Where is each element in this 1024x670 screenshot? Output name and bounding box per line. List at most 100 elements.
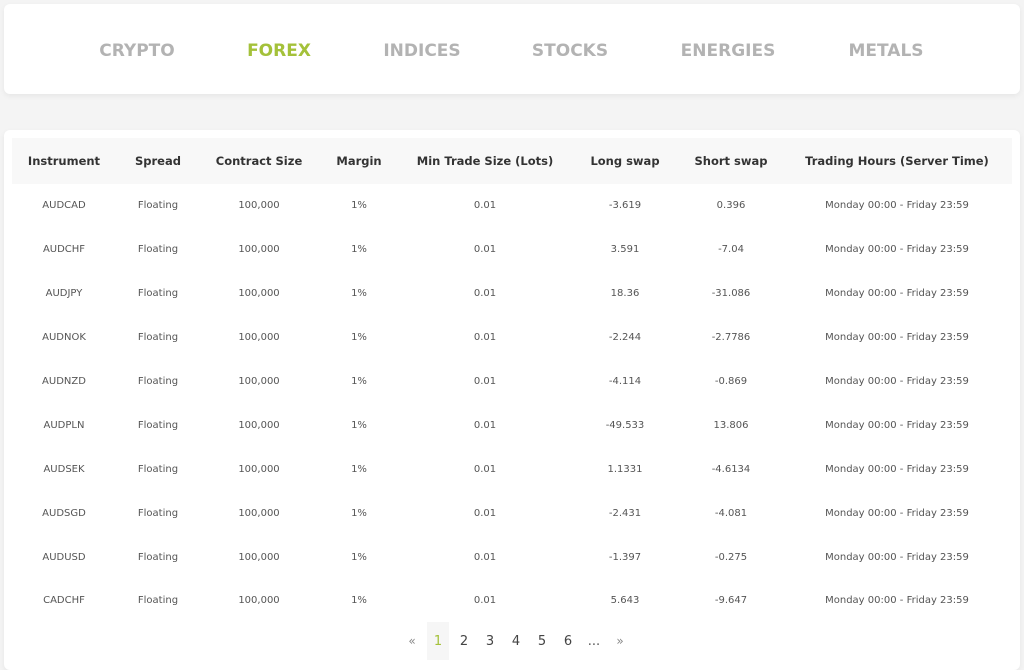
cell-margin: 1% xyxy=(351,200,367,212)
cell-margin: 1% xyxy=(351,419,367,431)
pagination-page-4[interactable]: 4 xyxy=(503,622,529,660)
table-row: AUDSGD Floating 100,000 1% 0.01 -2.431 -4.081 M… xyxy=(12,491,1012,535)
tab-indices[interactable]: INDICES xyxy=(383,41,460,61)
header-trading-hours: Trading Hours (Server Time) xyxy=(805,154,989,168)
cell-short-swap: -9.647 xyxy=(714,595,748,607)
cell-contract-size: 100,000 xyxy=(238,507,280,519)
table-row: AUDNOK Floating 100,000 1% 0.01 -2.244 -2.7786… xyxy=(12,316,1012,360)
table-row: CADCHF Floating 100,000 1% 0.01 5.643 -9.647 Mo… xyxy=(12,579,1012,623)
table-row: AUDCAD Floating 100,000 1% 0.01 -3.619 0.396 Mo… xyxy=(12,184,1012,228)
cell-min-trade-size: 0.01 xyxy=(473,463,497,475)
pagination-prev-button[interactable]: « xyxy=(399,622,425,660)
cell-min-trade-size: 0.01 xyxy=(473,288,497,300)
cell-contract-size: 100,000 xyxy=(238,288,280,300)
pagination-page-3[interactable]: 3 xyxy=(477,622,503,660)
cell-short-swap: 13.806 xyxy=(713,419,749,431)
cell-instrument: AUDSEK xyxy=(43,463,85,475)
cell-spread: Floating xyxy=(137,244,179,256)
tab-forex[interactable]: FOREX xyxy=(247,41,311,61)
cell-contract-size: 100,000 xyxy=(238,419,280,431)
pagination-next-button[interactable]: » xyxy=(607,622,633,660)
instruments-table: Instrument Spread Contract Size Margin M… xyxy=(12,138,1012,623)
cell-instrument: AUDNOK xyxy=(42,332,86,344)
cell-min-trade-size: 0.01 xyxy=(473,595,497,607)
category-tabs-bar: CRYPTO FOREX INDICES STOCKS ENERGIES MET… xyxy=(4,4,1020,94)
tab-metals[interactable]: METALS xyxy=(848,41,923,61)
cell-trading-hours: Monday 00:00 - Friday 23:59 xyxy=(825,463,969,475)
cell-instrument: CADCHF xyxy=(43,595,85,607)
cell-trading-hours: Monday 00:00 - Friday 23:59 xyxy=(825,507,969,519)
pagination-ellipsis: ... xyxy=(587,633,601,649)
header-spread: Spread xyxy=(135,154,181,168)
cell-long-swap: -49.533 xyxy=(605,419,645,431)
pagination-page-6[interactable]: 6 xyxy=(555,622,581,660)
cell-short-swap: -4.6134 xyxy=(711,463,751,475)
cell-instrument: AUDUSD xyxy=(42,551,86,563)
table-row: AUDSEK Floating 100,000 1% 0.01 1.1331 -4.6134… xyxy=(12,447,1012,491)
cell-contract-size: 100,000 xyxy=(238,376,280,387)
cell-short-swap: -4.081 xyxy=(714,507,748,519)
cell-spread: Floating xyxy=(137,332,179,344)
header-long-swap: Long swap xyxy=(590,154,660,168)
cell-spread: Floating xyxy=(137,507,179,519)
cell-contract-size: 100,000 xyxy=(238,244,280,256)
cell-instrument: AUDCAD xyxy=(42,200,86,212)
cell-min-trade-size: 0.01 xyxy=(473,376,497,387)
cell-long-swap: -2.244 xyxy=(608,332,642,344)
cell-spread: Floating xyxy=(137,200,179,212)
cell-short-swap: -31.086 xyxy=(711,288,751,300)
cell-margin: 1% xyxy=(351,288,367,300)
cell-long-swap: -3.619 xyxy=(608,200,642,212)
cell-instrument: AUDNZD xyxy=(42,376,86,387)
cell-contract-size: 100,000 xyxy=(238,200,280,212)
cell-spread: Floating xyxy=(137,551,179,563)
tab-energies[interactable]: ENERGIES xyxy=(681,41,776,61)
cell-spread: Floating xyxy=(137,376,179,387)
table-row: AUDCHF Floating 100,000 1% 0.01 3.591 -7.04 Mon… xyxy=(12,228,1012,272)
cell-long-swap: 18.36 xyxy=(610,288,640,300)
header-short-swap: Short swap xyxy=(694,154,768,168)
header-row: Instrument Spread Contract Size Margin M… xyxy=(12,138,1012,184)
tab-stocks[interactable]: STOCKS xyxy=(532,41,608,61)
tab-crypto[interactable]: CRYPTO xyxy=(99,41,174,61)
cell-long-swap: 5.643 xyxy=(610,595,640,607)
cell-trading-hours: Monday 00:00 - Friday 23:59 xyxy=(825,288,969,300)
cell-spread: Floating xyxy=(137,595,179,607)
cell-spread: Floating xyxy=(137,288,179,300)
table-row: AUDUSD Floating 100,000 1% 0.01 -1.397 -0.275 M… xyxy=(12,535,1012,579)
header-min-trade-size: Min Trade Size (Lots) xyxy=(416,154,554,168)
cell-long-swap: -1.397 xyxy=(608,551,642,563)
pagination: « 1 2 3 4 5 6 ... » xyxy=(0,622,1024,660)
cell-instrument: AUDSGD xyxy=(42,507,86,519)
cell-trading-hours: Monday 00:00 - Friday 23:59 xyxy=(825,419,969,431)
cell-contract-size: 100,000 xyxy=(238,332,280,344)
cell-margin: 1% xyxy=(351,463,367,475)
table-header: Instrument Spread Contract Size Margin M… xyxy=(12,138,1012,184)
cell-trading-hours: Monday 00:00 - Friday 23:59 xyxy=(825,595,969,607)
pagination-page-1[interactable]: 1 xyxy=(427,622,449,660)
cell-long-swap: -4.114 xyxy=(608,376,642,387)
cell-trading-hours: Monday 00:00 - Friday 23:59 xyxy=(825,244,969,256)
cell-instrument: AUDCHF xyxy=(42,244,86,256)
cell-min-trade-size: 0.01 xyxy=(473,551,497,563)
cell-short-swap: -7.04 xyxy=(718,244,744,256)
cell-contract-size: 100,000 xyxy=(238,463,280,475)
pagination-page-5[interactable]: 5 xyxy=(529,622,555,660)
cell-margin: 1% xyxy=(351,507,367,519)
cell-contract-size: 100,000 xyxy=(238,595,280,607)
table-row: AUDNZD Floating 100,000 1% 0.01 -4.114 -0.869 M… xyxy=(12,360,1012,404)
cell-margin: 1% xyxy=(351,244,367,256)
cell-short-swap: -0.275 xyxy=(714,551,748,563)
table-body: AUDCAD Floating 100,000 1% 0.01 -3.619 0.396 Mo… xyxy=(12,184,1012,623)
cell-long-swap: -2.431 xyxy=(608,507,642,519)
cell-long-swap: 1.1331 xyxy=(607,463,643,475)
cell-short-swap: -0.869 xyxy=(714,376,748,387)
header-contract-size: Contract Size xyxy=(215,154,303,168)
cell-margin: 1% xyxy=(351,332,367,344)
cell-spread: Floating xyxy=(137,463,179,475)
pagination-page-2[interactable]: 2 xyxy=(451,622,477,660)
cell-trading-hours: Monday 00:00 - Friday 23:59 xyxy=(825,376,969,387)
cell-min-trade-size: 0.01 xyxy=(473,507,497,519)
cell-instrument: AUDJPY xyxy=(45,288,83,300)
cell-margin: 1% xyxy=(351,551,367,563)
